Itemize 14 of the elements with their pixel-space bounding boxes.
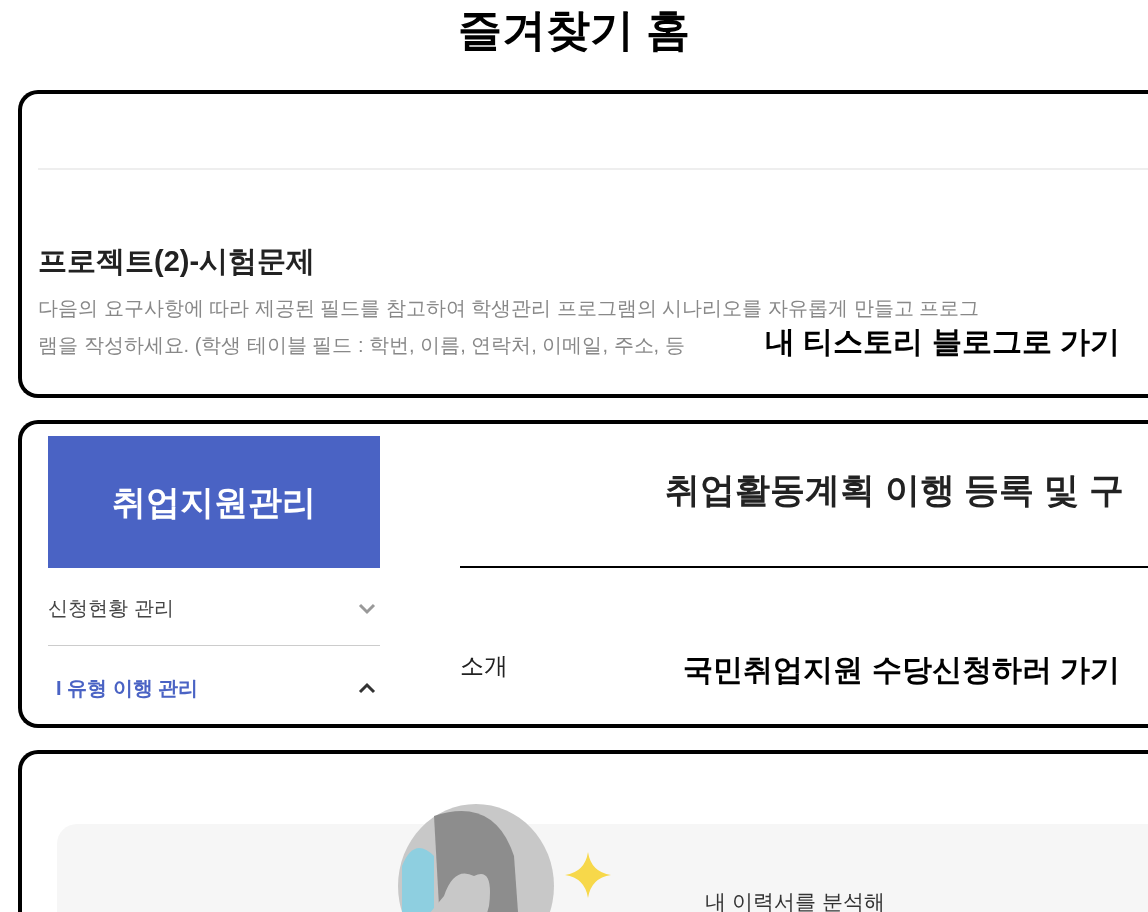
sparkle-icon bbox=[565, 852, 611, 898]
post-text: 다음의 요구사항에 따라 제공된 필드를 참고하여 학생관리 프로그램의 시나리오를 자유롭게 만들고 프로그 bbox=[38, 296, 980, 321]
page-heading: 취업활동계획 이행 등록 및 구 bbox=[665, 469, 1124, 511]
menu-item[interactable]: I 유형 이행 관리 bbox=[48, 668, 380, 708]
promo-text: 내 이력서를 분석해 bbox=[705, 889, 885, 912]
menu-item[interactable]: 신청현황 관리 bbox=[48, 588, 380, 628]
post-text: 램을 작성하세요. (학생 테이블 필드 : 학번, 이름, 연락처, 이메일, 주소, 등 bbox=[38, 333, 685, 358]
link-label[interactable]: 국민취업지원 수당신청하러 가기 bbox=[683, 652, 1120, 688]
site-logo: 취업지원관리 bbox=[48, 436, 380, 568]
link-label[interactable]: 내 티스토리 블로그로 가기 bbox=[765, 324, 1120, 360]
chevron-up-icon bbox=[358, 680, 376, 696]
page-title: 즐겨찾기 홈 bbox=[456, 4, 692, 56]
section-heading: 소개 bbox=[460, 651, 508, 681]
post-title: 프로젝트(2)-시험문제 bbox=[38, 244, 316, 279]
